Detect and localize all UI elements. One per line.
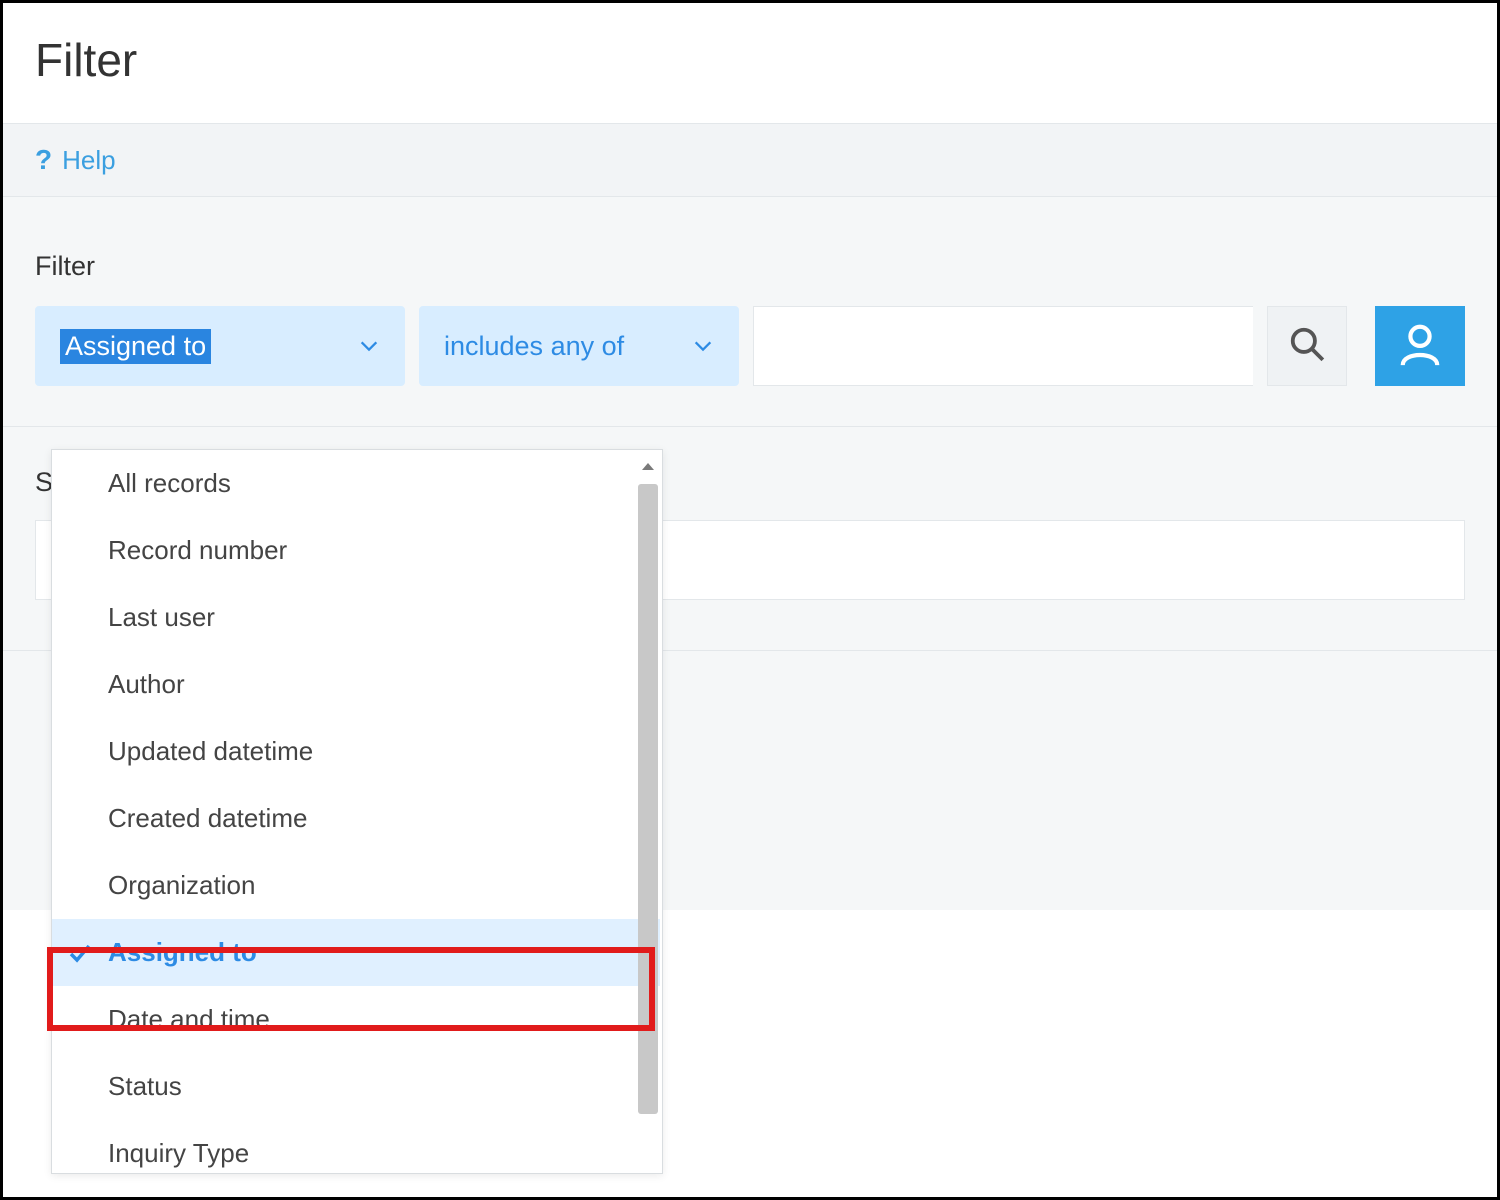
help-icon: ? <box>35 144 52 176</box>
app-frame: Filter ? Help Filter Assigned to include… <box>0 0 1500 1200</box>
operator-dropdown[interactable]: includes any of <box>419 306 739 386</box>
dropdown-item-status[interactable]: Status <box>52 1053 660 1120</box>
dropdown-item-label: Assigned to <box>108 937 257 967</box>
dropdown-item-record-number[interactable]: Record number <box>52 517 660 584</box>
dropdown-item-assigned-to[interactable]: Assigned to <box>52 919 660 986</box>
filter-section-label: Filter <box>35 251 1465 282</box>
operator-dropdown-value: includes any of <box>444 331 624 362</box>
chevron-down-icon <box>692 335 714 357</box>
field-dropdown-value: Assigned to <box>60 329 211 364</box>
field-dropdown[interactable]: Assigned to <box>35 306 405 386</box>
check-icon <box>68 941 92 965</box>
dropdown-item-updated-datetime[interactable]: Updated datetime <box>52 718 660 785</box>
dropdown-item-author[interactable]: Author <box>52 651 660 718</box>
dropdown-item-all-records[interactable]: All records <box>52 450 660 517</box>
dropdown-item-last-user[interactable]: Last user <box>52 584 660 651</box>
person-icon <box>1397 321 1443 372</box>
search-icon <box>1288 325 1326 368</box>
dropdown-item-created-datetime[interactable]: Created datetime <box>52 785 660 852</box>
page-title: Filter <box>3 3 1497 123</box>
dropdown-item-date-and-time[interactable]: Date and time <box>52 986 660 1053</box>
chevron-down-icon <box>358 335 380 357</box>
field-dropdown-list[interactable]: All records Record number Last user Auth… <box>52 450 662 1173</box>
dropdown-item-organization[interactable]: Organization <box>52 852 660 919</box>
field-dropdown-panel: All records Record number Last user Auth… <box>51 449 663 1174</box>
help-label: Help <box>62 145 115 176</box>
help-bar[interactable]: ? Help <box>3 123 1497 197</box>
search-button[interactable] <box>1267 306 1347 386</box>
filter-value-input[interactable] <box>753 306 1253 386</box>
user-picker-button[interactable] <box>1375 306 1465 386</box>
dropdown-item-inquiry-type[interactable]: Inquiry Type <box>52 1120 660 1173</box>
filter-section: Filter Assigned to includes any of <box>3 197 1497 426</box>
filter-row: Assigned to includes any of <box>35 306 1465 386</box>
